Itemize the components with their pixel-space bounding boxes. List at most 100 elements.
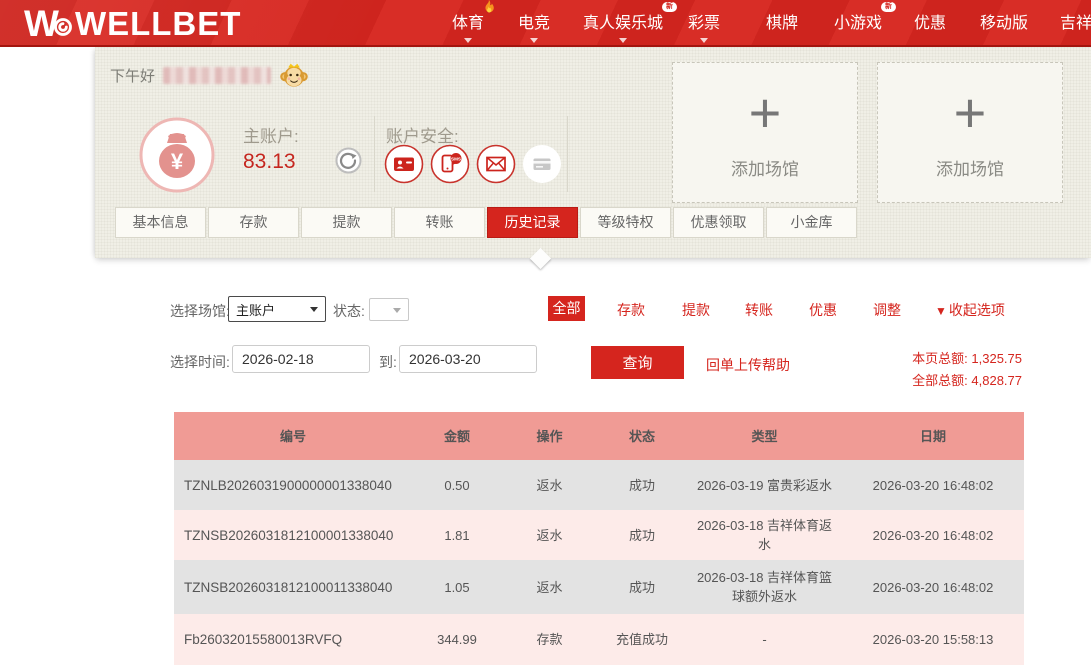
table-row: TZNSB2026031812100001338040 1.81 返水 成功 2… bbox=[174, 510, 1024, 560]
venue-select-value: 主账户 bbox=[236, 302, 276, 318]
chevron-down-icon bbox=[464, 38, 472, 43]
page: W WELLBET 体育 电竞 新 真人娱乐城 彩票 棋牌 新 小游戏 优惠 移… bbox=[0, 0, 1091, 667]
to-label: 到: bbox=[379, 354, 397, 370]
collapse-options-link[interactable]: ▼ 收起选项 bbox=[935, 300, 1005, 320]
nav-item-label: 电竞 bbox=[518, 15, 551, 32]
security-icons-row: SMS bbox=[384, 144, 562, 189]
filter-type-promo[interactable]: 优惠 bbox=[809, 300, 837, 320]
status-select-label: 状态: bbox=[333, 303, 365, 319]
account-tabs: 基本信息 存款 提款 转账 历史记录 等级特权 优惠领取 小金库 bbox=[115, 207, 857, 238]
col-header-id: 编号 bbox=[279, 428, 306, 444]
wellbet-logo[interactable]: W WELLBET bbox=[24, 3, 241, 45]
refresh-balance-button[interactable] bbox=[335, 147, 362, 179]
table-row: TZNSB2026031812100011338040 1.05 返水 成功 2… bbox=[174, 560, 1024, 614]
cell-type: 2026-03-18 吉祥体育篮球额外返水 bbox=[696, 570, 833, 604]
money-bag-icon: ¥ bbox=[138, 116, 216, 199]
main-account-label: 主账户: bbox=[243, 127, 299, 146]
bank-card-icon[interactable] bbox=[522, 144, 562, 189]
divider bbox=[374, 116, 375, 192]
nav-item-lottery[interactable]: 彩票 bbox=[688, 9, 720, 43]
tab-history[interactable]: 历史记录 bbox=[487, 207, 578, 238]
page-total: 本页总额: 1,325.75 bbox=[912, 351, 1022, 366]
divider bbox=[567, 116, 568, 192]
greeting-row: 下午好 bbox=[110, 60, 309, 90]
nav-item-label: 小游戏 bbox=[834, 15, 883, 32]
filter-type-adjust[interactable]: 调整 bbox=[873, 300, 901, 320]
chevron-down-icon bbox=[619, 38, 627, 43]
nav-item-live-casino[interactable]: 新 真人娱乐城 bbox=[583, 2, 678, 43]
date-to-input[interactable] bbox=[399, 345, 537, 373]
filter-type-transfer[interactable]: 转账 bbox=[745, 300, 773, 320]
nav-item-sports[interactable]: 体育 bbox=[452, 0, 494, 43]
mail-icon[interactable] bbox=[476, 144, 516, 189]
grand-total: 全部总额: 4,828.77 bbox=[912, 373, 1022, 388]
username-redacted bbox=[163, 66, 272, 84]
filter-type-all[interactable]: 全部 bbox=[548, 296, 585, 321]
cell-status: 充值成功 bbox=[615, 632, 668, 647]
cell-type: - bbox=[762, 632, 767, 647]
new-badge: 新 bbox=[662, 2, 678, 12]
query-button[interactable]: 查询 bbox=[591, 346, 684, 379]
monkey-avatar bbox=[280, 63, 308, 87]
triangle-down-icon: ▼ bbox=[935, 304, 947, 318]
account-balance: 83.13 bbox=[243, 150, 296, 173]
venue-select[interactable]: 主账户 bbox=[228, 296, 326, 322]
cell-operation: 返水 bbox=[536, 527, 563, 543]
chevron-down-icon bbox=[530, 38, 538, 43]
nav-item-label: 彩票 bbox=[688, 15, 721, 32]
add-venue-card[interactable]: + 添加场馆 bbox=[672, 62, 858, 203]
cell-id: TZNSB2026031812100001338040 bbox=[184, 527, 394, 543]
phone-sms-icon[interactable]: SMS bbox=[430, 144, 470, 189]
receipt-upload-help-link[interactable]: 回单上传帮助 bbox=[706, 355, 790, 375]
status-select[interactable] bbox=[369, 298, 409, 321]
cell-status: 成功 bbox=[628, 477, 655, 493]
cell-amount: 0.50 bbox=[444, 477, 470, 493]
nav-item-jixiang[interactable]: 吉祥 bbox=[1060, 9, 1091, 33]
nav-item-esports[interactable]: 电竞 bbox=[518, 9, 550, 43]
cell-type: 2026-03-19 富贵彩返水 bbox=[696, 477, 833, 493]
greeting-text: 下午好 bbox=[110, 67, 156, 85]
cell-amount: 344.99 bbox=[437, 632, 477, 647]
id-card-icon[interactable] bbox=[384, 144, 424, 189]
cell-id: TZNLB2026031900000001338040 bbox=[184, 477, 392, 493]
cell-type: 2026-03-18 吉祥体育返水 bbox=[696, 518, 833, 552]
nav-item-label: 吉祥 bbox=[1060, 15, 1091, 32]
plus-icon: + bbox=[953, 81, 987, 144]
tab-vip-level[interactable]: 等级特权 bbox=[580, 207, 671, 238]
top-navbar: W WELLBET 体育 电竞 新 真人娱乐城 彩票 棋牌 新 小游戏 优惠 移… bbox=[0, 0, 1091, 47]
col-header-amount: 金额 bbox=[443, 428, 470, 444]
sms-badge-text: SMS bbox=[451, 156, 461, 161]
nav-item-mini-games[interactable]: 新 小游戏 bbox=[834, 2, 897, 33]
tab-promo-claim[interactable]: 优惠领取 bbox=[673, 207, 764, 238]
nav-item-label: 优惠 bbox=[914, 15, 947, 32]
account-panel: 下午好 ¥ 主账户: 83.13 账户安全: SMS + 添加场馆 + 添加场馆… bbox=[95, 47, 1091, 258]
tab-basic-info[interactable]: 基本信息 bbox=[115, 207, 206, 238]
filter-type-withdraw[interactable]: 提款 bbox=[682, 300, 710, 320]
plus-icon: + bbox=[748, 81, 782, 144]
yuan-symbol: ¥ bbox=[171, 149, 184, 174]
new-badge: 新 bbox=[881, 2, 897, 12]
add-venue-card[interactable]: + 添加场馆 bbox=[877, 62, 1063, 203]
cell-operation: 返水 bbox=[536, 579, 563, 595]
logo-spiral-icon bbox=[54, 18, 72, 36]
logo-text: WELLBET bbox=[74, 5, 242, 42]
tab-deposit[interactable]: 存款 bbox=[208, 207, 299, 238]
tab-transfer[interactable]: 转账 bbox=[394, 207, 485, 238]
table-header-row: 编号 金额 操作 状态 类型 日期 bbox=[174, 412, 1024, 460]
table-row: Fb26032015580013RVFQ 344.99 存款 充值成功 - 20… bbox=[174, 614, 1024, 665]
nav-item-promotions[interactable]: 优惠 bbox=[914, 9, 946, 33]
nav-item-label: 真人娱乐城 bbox=[583, 15, 664, 32]
cell-status: 成功 bbox=[628, 527, 655, 543]
filter-type-deposit[interactable]: 存款 bbox=[617, 300, 645, 320]
col-header-status: 状态 bbox=[628, 428, 655, 444]
tab-withdraw[interactable]: 提款 bbox=[301, 207, 392, 238]
nav-item-board-games[interactable]: 棋牌 bbox=[766, 9, 798, 33]
cell-operation: 存款 bbox=[536, 632, 563, 647]
col-header-date: 日期 bbox=[919, 428, 946, 444]
cell-date: 2026-03-20 15:58:13 bbox=[872, 632, 994, 647]
cell-date: 2026-03-20 16:48:02 bbox=[872, 579, 994, 595]
tab-vault[interactable]: 小金库 bbox=[766, 207, 857, 238]
date-from-input[interactable] bbox=[232, 345, 370, 373]
nav-item-mobile[interactable]: 移动版 bbox=[980, 9, 1028, 33]
venue-select-label: 选择场馆: bbox=[170, 303, 230, 319]
